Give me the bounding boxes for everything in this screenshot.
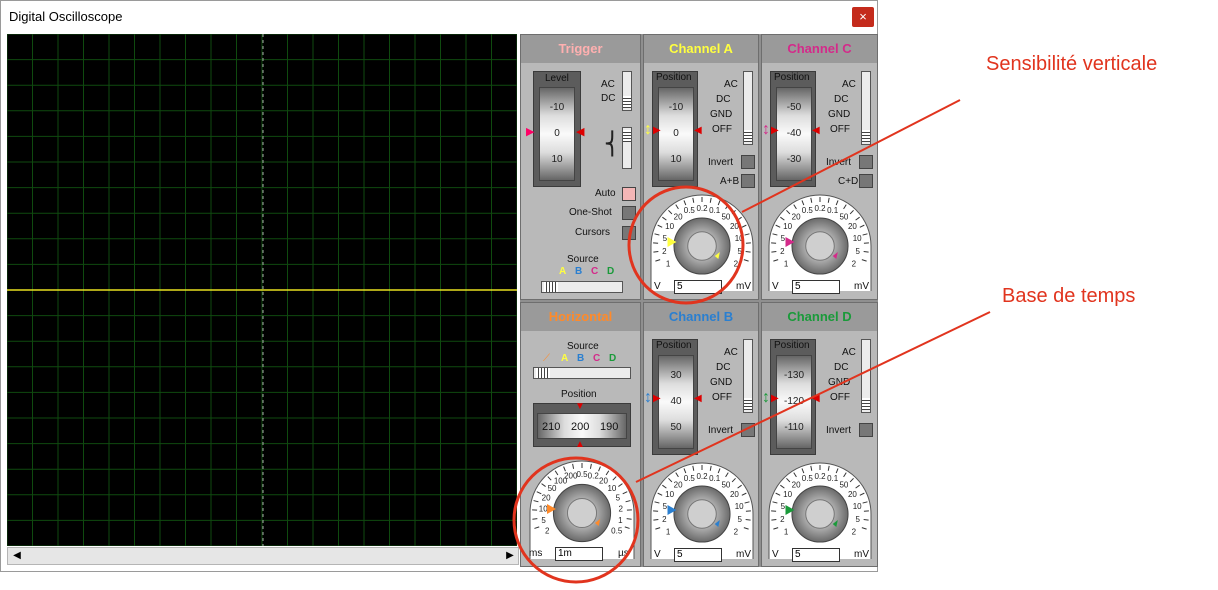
vertical-sensitivity-pointer (741, 99, 961, 213)
timebase-annotation: Base de temps (1002, 285, 1136, 307)
timebase-pointer (635, 311, 991, 483)
timebase-highlight (512, 456, 640, 584)
vertical-sensitivity-annotation: Sensibilité verticale (986, 53, 1158, 75)
vertical-sensitivity-highlight (627, 185, 745, 305)
